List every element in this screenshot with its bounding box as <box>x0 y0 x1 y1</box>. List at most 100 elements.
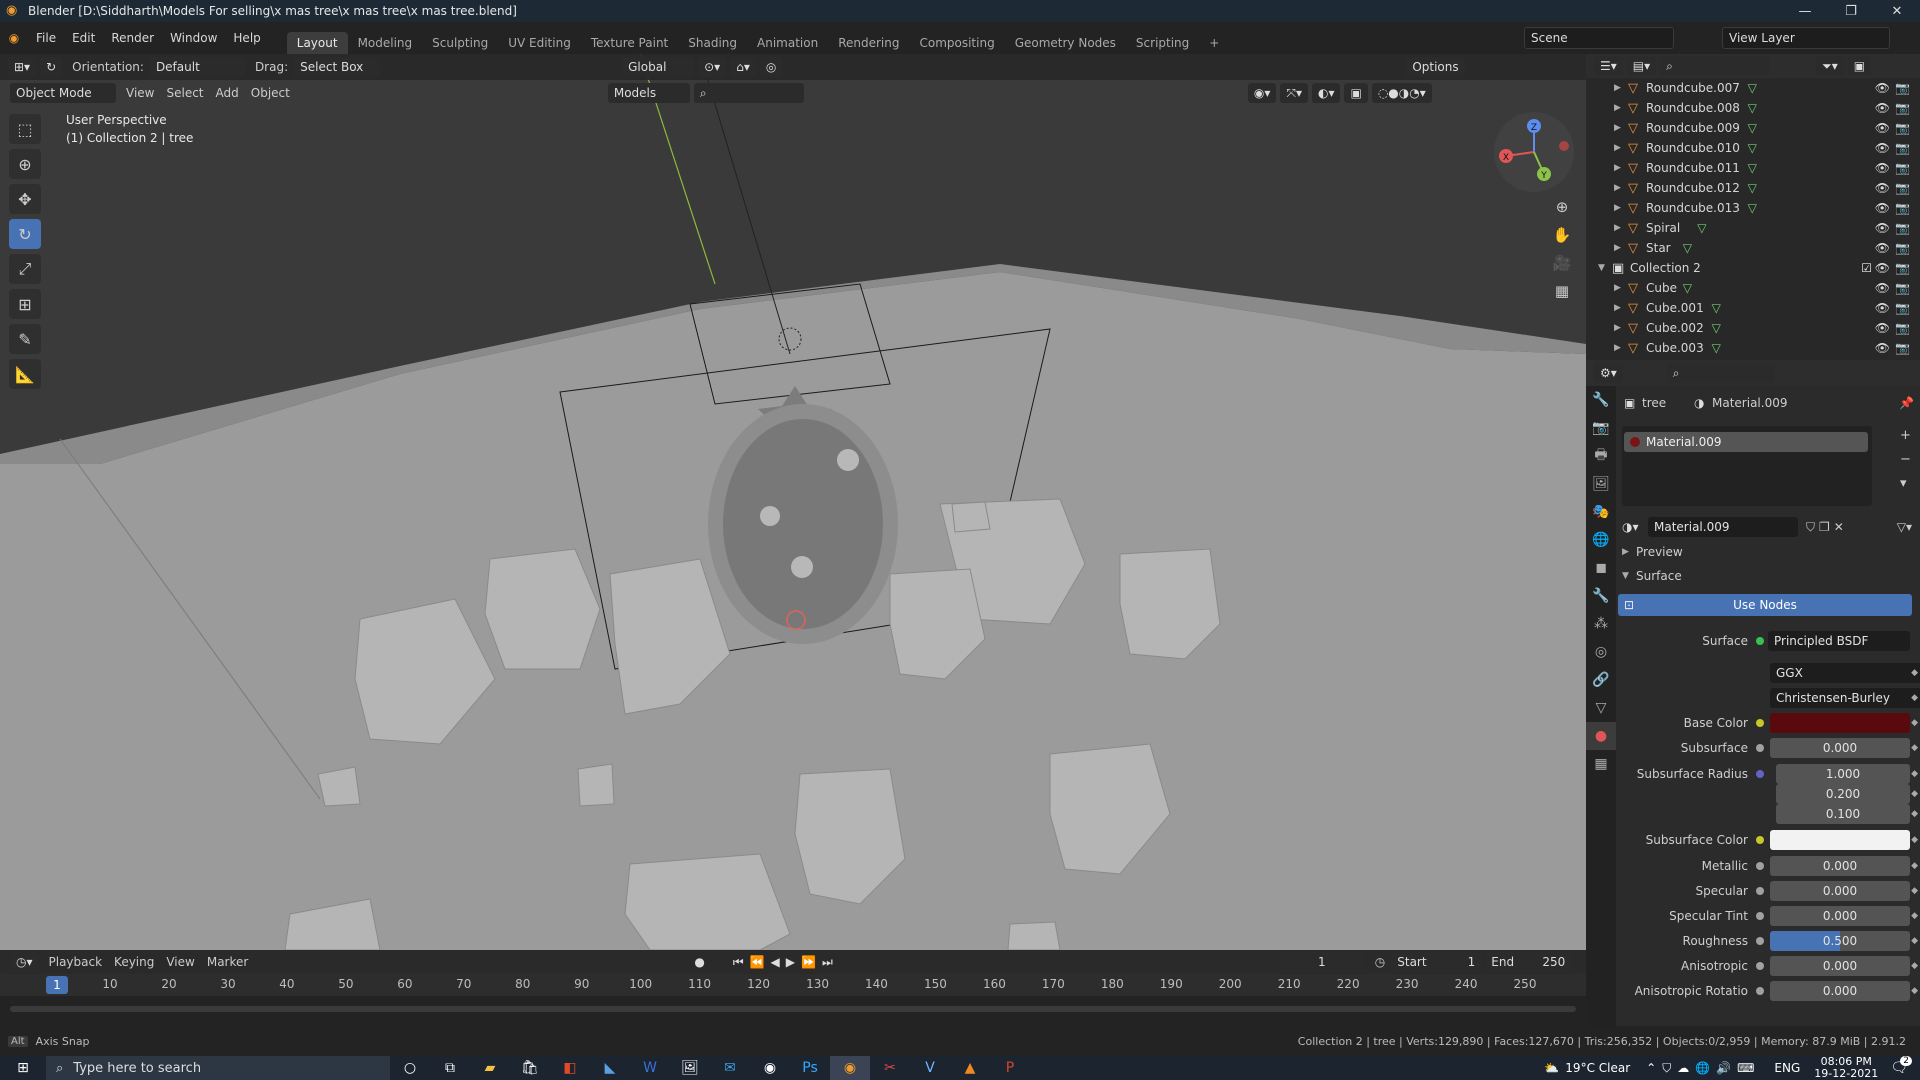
xray-icon[interactable]: ▣ <box>1344 83 1368 103</box>
numeric-field[interactable]: 0.000 <box>1770 981 1910 1001</box>
base-color-swatch[interactable] <box>1770 713 1910 733</box>
orientation-dropdown[interactable]: Default <box>149 57 245 77</box>
texture-tab-icon[interactable]: ▦ <box>1586 750 1616 778</box>
tab-rendering[interactable]: Rendering <box>828 32 909 54</box>
snap-icon[interactable]: ⌂▾ <box>730 57 756 77</box>
surface-panel-header[interactable]: ▼ Surface <box>1616 565 1920 587</box>
photos-icon[interactable]: 🖼 <box>670 1056 710 1080</box>
tool-tab-icon[interactable]: 🔧 <box>1586 386 1616 414</box>
subsurface-method-keyframe-icon[interactable]: ◆ <box>1911 693 1918 703</box>
properties-search-icon[interactable]: ⌕ <box>1666 363 1775 383</box>
world-tab-icon[interactable]: 🌐 <box>1586 526 1616 554</box>
menu-view[interactable]: View <box>126 86 154 100</box>
view-layer-tab-icon[interactable]: 🖼 <box>1586 470 1616 498</box>
eye-icon[interactable]: 👁 <box>1875 121 1890 135</box>
close-icon[interactable]: ✕ <box>1874 0 1920 22</box>
task-view-icon[interactable]: ⧉ <box>430 1056 470 1080</box>
eye-icon[interactable]: 👁 <box>1875 241 1890 255</box>
viewport-search-icon[interactable]: ⌕ <box>693 83 804 103</box>
visibility-icon[interactable]: ◉▾ <box>1247 83 1277 103</box>
render-camera-icon[interactable]: 📷 <box>1895 141 1910 155</box>
outliner-collection-row[interactable]: ▼ ▣ Collection 2 ☑ 👁 📷 <box>1586 258 1920 278</box>
vscode-icon[interactable]: V <box>910 1056 950 1080</box>
numeric-field[interactable]: 0.000 <box>1770 881 1910 901</box>
scale-icon[interactable]: ⤢ <box>9 254 41 284</box>
pan-hand-icon[interactable]: ✋ <box>1548 222 1576 248</box>
outliner-object-row[interactable]: ▶ ▽ Roundcube.009 ▽ 👁 📷 <box>1586 118 1920 138</box>
measure-icon[interactable]: 📐 <box>9 359 41 389</box>
terminal-icon[interactable]: ◣ <box>590 1056 630 1080</box>
outliner-object-row[interactable]: ▶ ▽ Roundcube.007 ▽ 👁 📷 <box>1586 78 1920 98</box>
menu-help[interactable]: Help <box>225 31 268 45</box>
proportional-edit-icon[interactable]: ◎ <box>759 57 783 77</box>
expand-toggle-icon[interactable]: ▶ <box>1614 123 1621 133</box>
data-tab-icon[interactable]: ▽ <box>1586 694 1616 722</box>
preview-panel-header[interactable]: ▶ Preview <box>1616 541 1920 563</box>
clock[interactable]: 08:06 PM 19-12-2021 <box>1814 1056 1878 1080</box>
mesh-data-icon[interactable]: ▽ <box>1748 161 1757 175</box>
base-color-keyframe-icon[interactable]: ◆ <box>1911 718 1918 728</box>
restore-icon[interactable]: ❐ <box>1828 0 1874 22</box>
expand-toggle-icon[interactable]: ▶ <box>1614 163 1621 173</box>
keyframe-icon[interactable]: ◆ <box>1911 809 1918 819</box>
tab-layout[interactable]: Layout <box>286 32 348 54</box>
eye-icon[interactable]: 👁 <box>1875 301 1890 315</box>
windows-start-icon[interactable]: ⊞ <box>0 1056 46 1080</box>
object-tab-icon[interactable]: ◼ <box>1586 554 1616 582</box>
office-icon[interactable]: ◧ <box>550 1056 590 1080</box>
properties-editor-icon[interactable]: ⚙▾ <box>1594 363 1623 383</box>
tab-texture-paint[interactable]: Texture Paint <box>581 32 678 54</box>
shading-modes-icon[interactable]: ◌●◑◔▾ <box>1371 83 1432 103</box>
tool-settings-icon[interactable]: ↻ <box>40 57 63 77</box>
transform-icon[interactable]: ⊞ <box>9 289 41 319</box>
render-camera-icon[interactable]: 📷 <box>1895 341 1910 355</box>
expand-toggle-icon[interactable]: ▶ <box>1614 143 1621 153</box>
eye-icon[interactable]: 👁 <box>1875 181 1890 195</box>
material-tab-icon[interactable]: ● <box>1586 722 1616 750</box>
constraints-tab-icon[interactable]: 🔗 <box>1586 666 1616 694</box>
material-actions-icon[interactable]: ⛉❐✕ <box>1806 520 1848 535</box>
tab-compositing[interactable]: Compositing <box>909 32 1004 54</box>
notification-icon[interactable]: 🗨 2 <box>1890 1056 1912 1076</box>
render-camera-icon[interactable]: 📷 <box>1895 241 1910 255</box>
zoom-icon[interactable]: ⊕ <box>1548 194 1576 220</box>
photoshop-icon[interactable]: Ps <box>790 1056 830 1080</box>
numeric-field[interactable]: 0.200 <box>1776 784 1910 804</box>
render-camera-icon[interactable]: 📷 <box>1895 121 1910 135</box>
timeline-editor-icon[interactable]: ◷▾ <box>10 952 39 972</box>
material-link-icon[interactable]: ▽▾ <box>1897 520 1912 534</box>
scene-selector[interactable]: Scene <box>1524 27 1674 49</box>
render-camera-icon[interactable]: 📷 <box>1895 161 1910 175</box>
gizmo-toggle-icon[interactable]: ⤧▾ <box>1280 83 1308 103</box>
tab-shading[interactable]: Shading <box>678 32 747 54</box>
render-camera-icon[interactable]: 📷 <box>1895 221 1910 235</box>
distribution-dropdown[interactable]: GGX <box>1770 663 1920 683</box>
eye-icon[interactable]: 👁 <box>1875 101 1890 115</box>
minimize-icon[interactable]: — <box>1782 0 1828 22</box>
rotate-icon[interactable]: ↻ <box>9 219 41 249</box>
drag-dropdown[interactable]: Select Box <box>294 57 381 77</box>
output-tab-icon[interactable]: 🖶 <box>1586 442 1616 470</box>
blender-menu-icon[interactable]: ◉ <box>0 31 28 45</box>
numeric-field[interactable]: 0.100 <box>1776 804 1910 824</box>
expand-toggle-icon[interactable]: ▶ <box>1614 243 1621 253</box>
expand-toggle-icon[interactable]: ▶ <box>1614 223 1621 233</box>
expand-toggle-icon[interactable]: ▶ <box>1614 83 1621 93</box>
store-icon[interactable]: 🛍 <box>510 1056 550 1080</box>
mesh-data-icon[interactable]: ▽ <box>1748 81 1757 95</box>
powerpoint-icon[interactable]: P <box>990 1056 1030 1080</box>
slot-controls[interactable]: + − ▾ <box>1900 424 1911 496</box>
distribution-keyframe-icon[interactable]: ◆ <box>1911 668 1918 678</box>
menu-edit[interactable]: Edit <box>64 31 103 45</box>
outliner-object-row[interactable]: ▶ ▽ Cube.001 ▽ 👁 📷 <box>1586 298 1920 318</box>
subsurface-color-swatch[interactable] <box>1770 830 1910 850</box>
transform-orientation-dropdown[interactable]: Global <box>622 57 695 77</box>
browse-material-icon[interactable]: ◑▾ <box>1622 520 1639 534</box>
navigation-gizmo[interactable]: Z X Y <box>1494 112 1574 192</box>
keyframe-icon[interactable]: ◆ <box>1911 936 1918 946</box>
outliner-object-row[interactable]: ▶ ▽ Roundcube.011 ▽ 👁 📷 <box>1586 158 1920 178</box>
outliner-object-row[interactable]: ▶ ▽ Roundcube.013 ▽ 👁 📷 <box>1586 198 1920 218</box>
mail-icon[interactable]: ✉ <box>710 1056 750 1080</box>
subsurface-method-dropdown[interactable]: Christensen-Burley <box>1770 688 1920 708</box>
snipping-icon[interactable]: ✂ <box>870 1056 910 1080</box>
